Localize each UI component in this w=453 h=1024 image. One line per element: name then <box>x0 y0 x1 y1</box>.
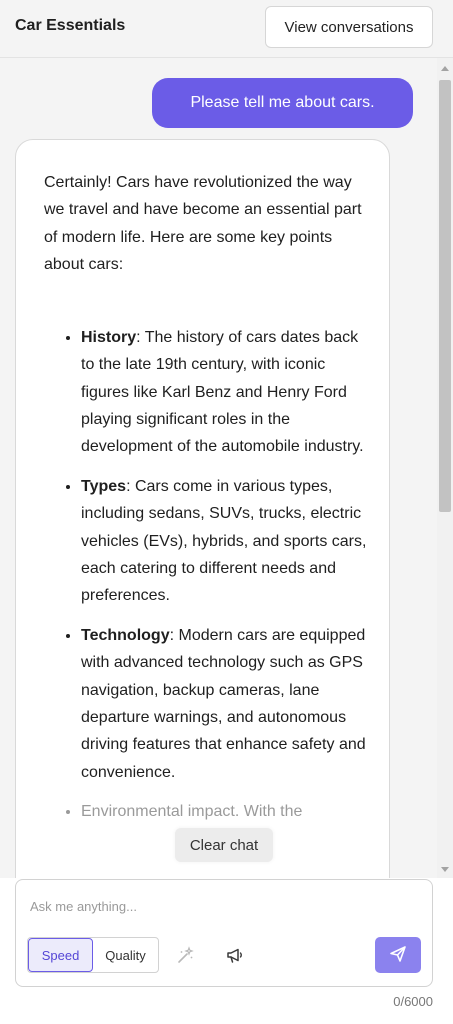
user-message-bubble: Please tell me about cars. <box>152 78 413 128</box>
assistant-message-bubble: Certainly! Cars have revolutionized the … <box>15 139 390 878</box>
scrollbar-thumb[interactable] <box>439 80 451 512</box>
character-counter: 0/6000 <box>393 994 433 1009</box>
point-text: : Modern cars are equipped with advanced… <box>81 627 366 781</box>
point-term: Types <box>81 478 127 496</box>
clear-chat-button[interactable]: Clear chat <box>175 828 273 862</box>
list-item-technology: Technology: Modern cars are equipped wit… <box>81 622 367 786</box>
view-conversations-button[interactable]: View conversations <box>265 6 433 48</box>
scroll-up-arrow-icon[interactable] <box>441 66 449 71</box>
composer-panel: Speed Quality <box>15 879 433 987</box>
point-text: . With the <box>234 803 303 821</box>
point-term: Environmental impact <box>81 803 235 821</box>
megaphone-icon[interactable] <box>224 944 246 966</box>
scroll-down-arrow-icon[interactable] <box>441 867 449 872</box>
point-term: History <box>81 329 137 347</box>
assistant-points-list: History: The history of cars dates back … <box>44 324 367 826</box>
list-item-history: History: The history of cars dates back … <box>81 324 367 460</box>
send-icon <box>389 945 407 966</box>
magic-wand-icon[interactable] <box>175 944 197 966</box>
point-text: : Cars come in various types, including … <box>81 478 367 605</box>
app-title: Car Essentials <box>15 17 126 34</box>
message-input[interactable] <box>30 896 410 916</box>
point-term: Technology <box>81 627 170 645</box>
point-text: : The history of cars dates back to the … <box>81 329 364 456</box>
list-item-environmental-impact: Environmental impact. With the <box>81 798 367 825</box>
list-item-types: Types: Cars come in various types, inclu… <box>81 473 367 609</box>
assistant-intro-text: Certainly! Cars have revolutionized the … <box>44 174 362 273</box>
chat-area[interactable]: Please tell me about cars. Certainly! Ca… <box>0 58 437 878</box>
chat-scrollbar[interactable] <box>437 58 453 878</box>
app-header: Car Essentials View conversations <box>0 0 453 58</box>
send-button[interactable] <box>375 937 421 973</box>
mode-speed-button[interactable]: Speed <box>28 938 93 972</box>
mode-toggle: Speed Quality <box>27 937 159 973</box>
mode-quality-button[interactable]: Quality <box>93 938 158 972</box>
